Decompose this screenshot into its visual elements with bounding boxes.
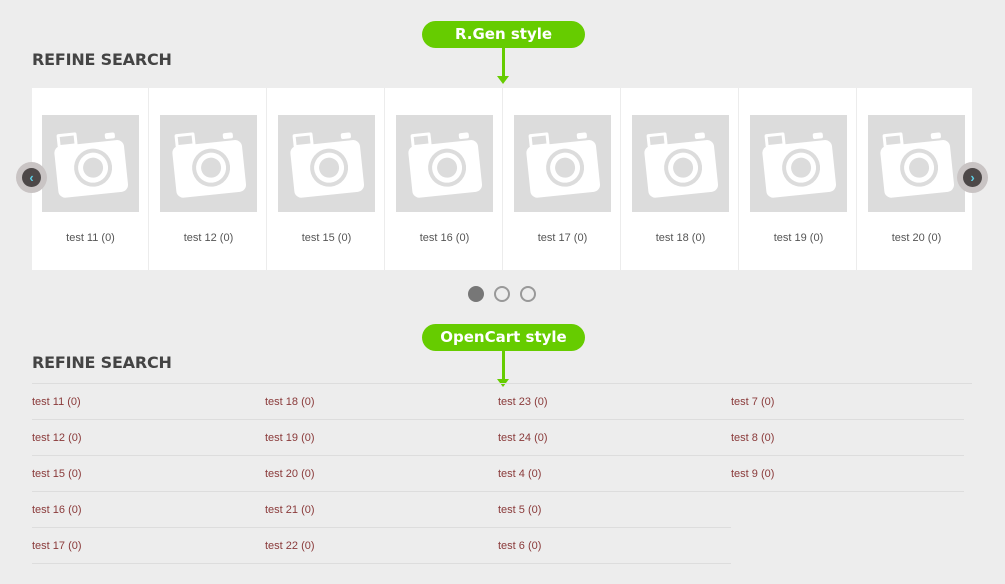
category-link[interactable]: test 8 (0) — [731, 420, 964, 456]
carousel-card-label[interactable]: test 15 (0) — [268, 232, 385, 244]
refine-search-title-top: REFINE SEARCH — [32, 50, 172, 69]
category-link[interactable]: test 11 (0) — [32, 384, 265, 420]
category-link[interactable]: test 15 (0) — [32, 456, 265, 492]
carousel-card[interactable]: test 17 (0) — [504, 88, 621, 270]
category-link[interactable]: test 16 (0) — [32, 492, 265, 528]
rgen-style-arrow-line — [502, 48, 505, 76]
carousel-card-label[interactable]: test 20 (0) — [858, 232, 972, 244]
category-link[interactable]: test 24 (0) — [498, 420, 731, 456]
carousel-prev-button[interactable]: ‹ — [16, 162, 47, 193]
rgen-style-badge: R.Gen style — [422, 21, 585, 48]
camera-icon — [750, 115, 847, 212]
carousel-card[interactable]: test 16 (0) — [386, 88, 503, 270]
camera-icon — [42, 115, 139, 212]
category-link[interactable]: test 22 (0) — [265, 528, 498, 564]
category-link[interactable]: test 21 (0) — [265, 492, 498, 528]
category-link[interactable]: test 4 (0) — [498, 456, 731, 492]
camera-icon — [396, 115, 493, 212]
camera-icon — [868, 115, 965, 212]
carousel-page-dot[interactable] — [520, 286, 536, 302]
carousel-page-dot[interactable] — [468, 286, 484, 302]
rgen-style-arrow-head — [497, 76, 509, 84]
category-link[interactable]: test 5 (0) — [498, 492, 731, 528]
category-link[interactable]: test 23 (0) — [498, 384, 731, 420]
carousel-card-label[interactable]: test 18 (0) — [622, 232, 739, 244]
chevron-right-icon: › — [963, 168, 982, 187]
category-link[interactable]: test 6 (0) — [498, 528, 731, 564]
carousel-card-label[interactable]: test 11 (0) — [32, 232, 149, 244]
category-link[interactable]: test 9 (0) — [731, 456, 964, 492]
camera-icon — [278, 115, 375, 212]
carousel-card[interactable]: test 20 (0) — [858, 88, 972, 270]
category-link[interactable]: test 20 (0) — [265, 456, 498, 492]
carousel-card[interactable]: test 11 (0) — [32, 88, 149, 270]
carousel-page-dot[interactable] — [494, 286, 510, 302]
opencart-style-arrow-line — [502, 351, 505, 379]
carousel-card[interactable]: test 15 (0) — [268, 88, 385, 270]
camera-icon — [514, 115, 611, 212]
chevron-left-icon: ‹ — [22, 168, 41, 187]
carousel-card-label[interactable]: test 16 (0) — [386, 232, 503, 244]
carousel-card[interactable]: test 19 (0) — [740, 88, 857, 270]
camera-icon — [632, 115, 729, 212]
category-link[interactable]: test 7 (0) — [731, 384, 964, 420]
carousel-card-label[interactable]: test 19 (0) — [740, 232, 857, 244]
carousel-next-button[interactable]: › — [957, 162, 988, 193]
opencart-style-badge: OpenCart style — [422, 324, 585, 351]
category-carousel: test 11 (0) test 12 (0) test 15 (0) test… — [32, 88, 972, 270]
category-link[interactable]: test 19 (0) — [265, 420, 498, 456]
carousel-card[interactable]: test 12 (0) — [150, 88, 267, 270]
category-link[interactable]: test 12 (0) — [32, 420, 265, 456]
carousel-card-label[interactable]: test 12 (0) — [150, 232, 267, 244]
carousel-card-label[interactable]: test 17 (0) — [504, 232, 621, 244]
category-link[interactable]: test 18 (0) — [265, 384, 498, 420]
refine-search-title-bottom: REFINE SEARCH — [32, 353, 172, 372]
camera-icon — [160, 115, 257, 212]
category-link[interactable]: test 17 (0) — [32, 528, 265, 564]
carousel-card[interactable]: test 18 (0) — [622, 88, 739, 270]
